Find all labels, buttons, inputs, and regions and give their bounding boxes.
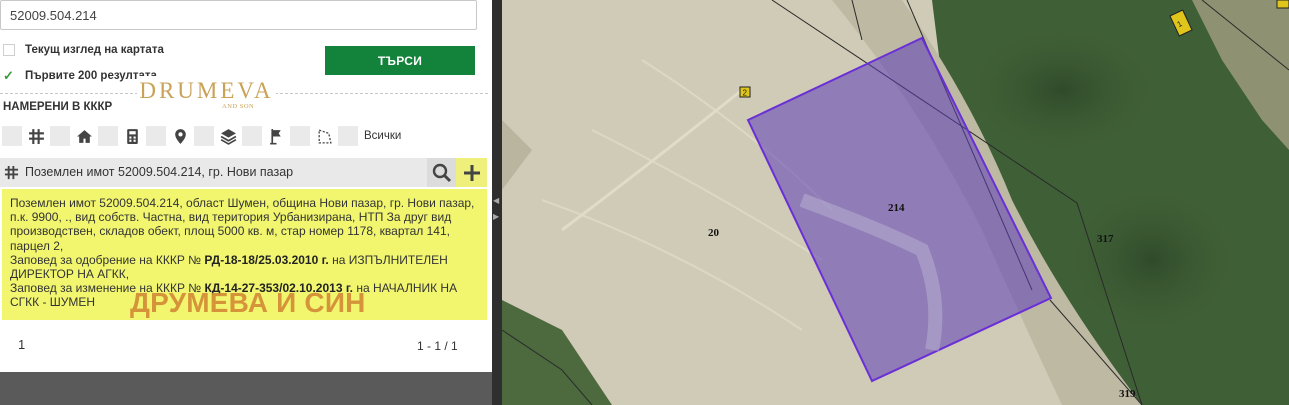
filter-checkbox[interactable]: [50, 126, 70, 146]
current-view-checkbox[interactable]: [3, 44, 15, 56]
page-number[interactable]: 1: [18, 337, 25, 352]
flag-icon[interactable]: [266, 126, 286, 146]
result-item-header[interactable]: Поземлен имот 52009.504.214, гр. Нови па…: [0, 158, 487, 187]
filter-checkbox[interactable]: [2, 126, 22, 146]
building-marker-icon[interactable]: [1276, 0, 1289, 9]
parcel-label: 214: [888, 202, 905, 214]
search-panel: Текущ изглед на картата ✓ Първите 200 ре…: [0, 0, 492, 405]
plus-icon: [463, 164, 480, 181]
logo-subtext: AND SON: [222, 103, 255, 110]
current-view-label: Текущ изглед на картата: [25, 44, 164, 56]
neighbor-label: 317: [1097, 233, 1114, 245]
watermark-logo: DRUMEVA AND SON: [137, 76, 276, 112]
satellite-map[interactable]: 214 20 317 319 2 1: [502, 0, 1289, 405]
bottom-bar: [0, 372, 492, 405]
map-view[interactable]: 214 20 317 319 2 1: [502, 0, 1289, 405]
logo-text: DRUMEVA: [139, 78, 274, 103]
building-icon[interactable]: [122, 126, 142, 146]
watermark-text: ДРУМЕВА И СИН: [130, 287, 366, 318]
zoom-to-button[interactable]: [427, 158, 456, 187]
polygon-icon[interactable]: [314, 126, 334, 146]
add-button[interactable]: [456, 158, 487, 187]
tree-cluster: [972, 30, 1152, 150]
home-icon[interactable]: [74, 126, 94, 146]
approval-order-line: Заповед за одобрение на КККР № РД-18-18/…: [10, 253, 481, 281]
page-range: 1 - 1 / 1: [417, 339, 458, 353]
search-button[interactable]: ТЪРСИ: [325, 46, 475, 75]
filter-all-checkbox[interactable]: [338, 126, 358, 146]
filter-all-label: Всички: [364, 130, 402, 142]
tree-cluster: [1072, 190, 1232, 330]
collapse-arrows-icon[interactable]: ◀ ▶: [493, 197, 499, 221]
building-marker-label: 2: [743, 89, 748, 98]
filter-checkbox[interactable]: [242, 126, 262, 146]
search-icon: [432, 163, 451, 182]
search-input[interactable]: [0, 0, 477, 30]
found-section-title: НАМЕРЕНИ В КККР: [3, 101, 113, 113]
result-description: Поземлен имот 52009.504.214, област Шуме…: [10, 196, 475, 253]
result-title: Поземлен имот 52009.504.214, гр. Нови па…: [25, 165, 294, 179]
approval-order: РД-18-18/25.03.2010 г.: [204, 252, 329, 267]
grid-icon[interactable]: [26, 126, 46, 146]
grid-icon: [4, 165, 19, 180]
filter-checkbox[interactable]: [290, 126, 310, 146]
filter-bar: Всички: [2, 125, 401, 147]
approval-prefix: Заповед за одобрение на КККР №: [10, 252, 202, 267]
layers-icon[interactable]: [218, 126, 238, 146]
neighbor-label: 319: [1119, 388, 1136, 400]
location-pin-icon[interactable]: [170, 126, 190, 146]
first-200-option[interactable]: ✓ Първите 200 резултата: [3, 68, 157, 84]
checkmark-icon[interactable]: ✓: [3, 69, 15, 82]
filter-checkbox[interactable]: [194, 126, 214, 146]
current-view-option[interactable]: Текущ изглед на картата: [3, 42, 164, 58]
filter-checkbox[interactable]: [146, 126, 166, 146]
filter-checkbox[interactable]: [98, 126, 118, 146]
neighbor-label: 20: [708, 227, 720, 239]
panel-splitter[interactable]: ◀ ▶: [492, 0, 502, 405]
